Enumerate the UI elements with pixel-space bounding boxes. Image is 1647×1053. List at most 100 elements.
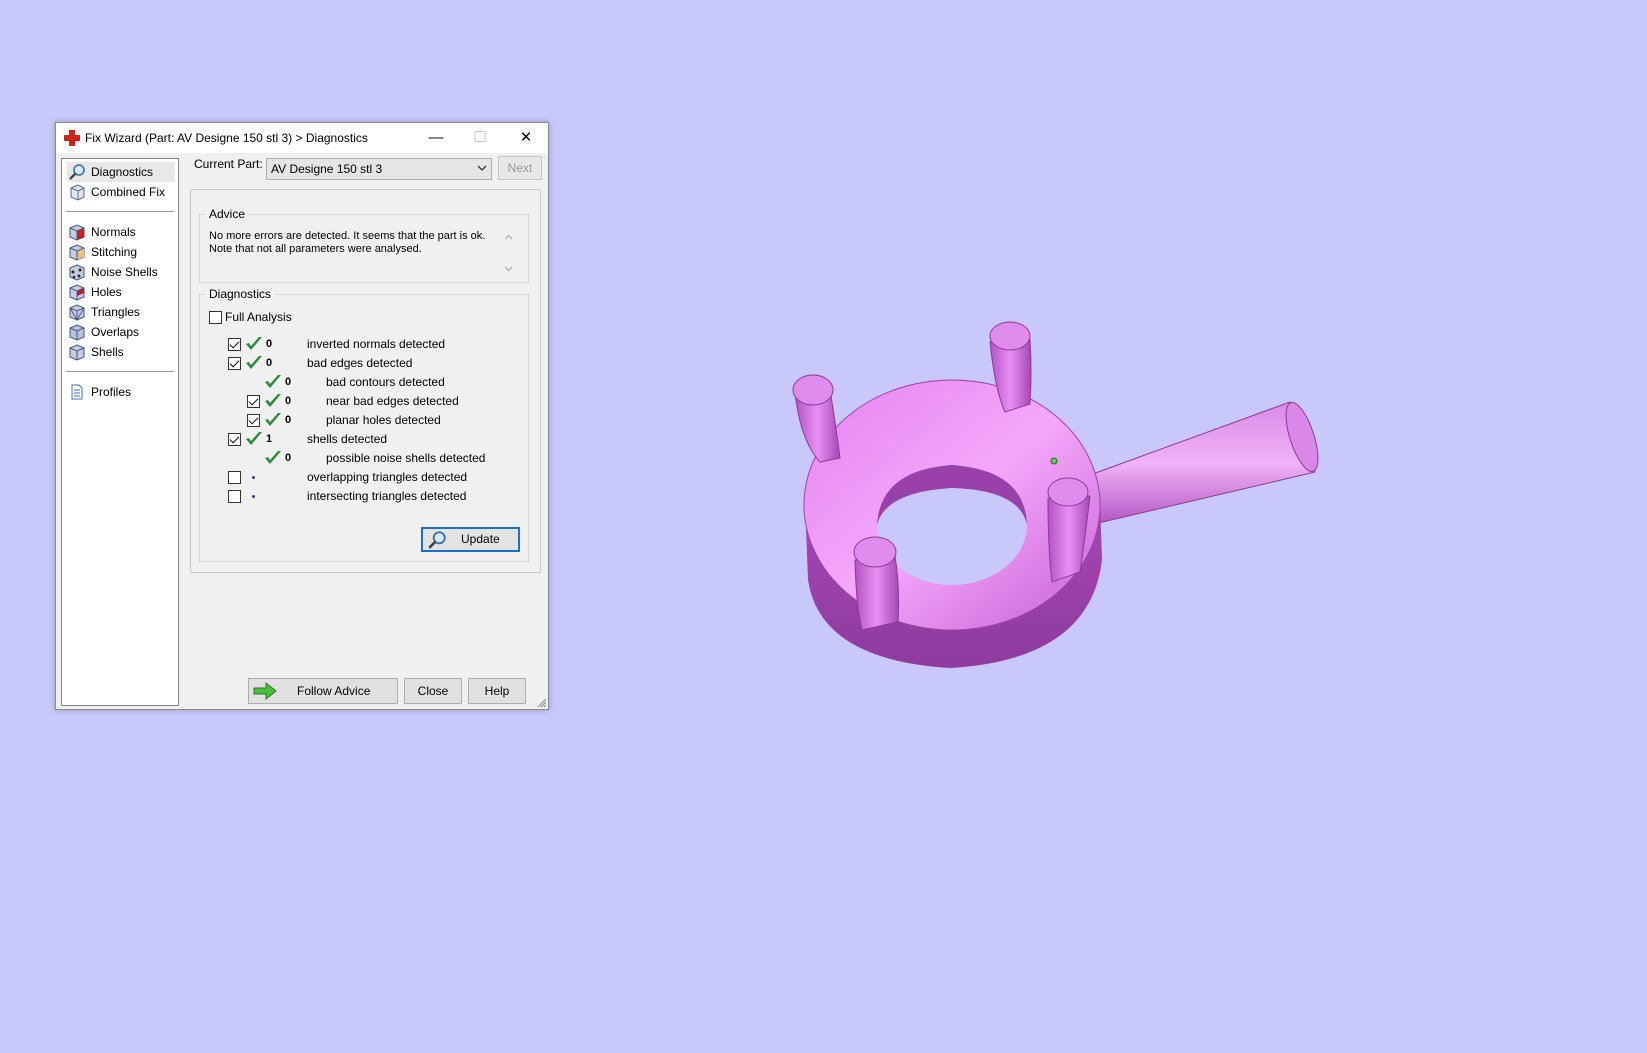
diagnostic-row: 0 bad contours detected: [200, 373, 520, 393]
sidebar-item-noise-shells[interactable]: Noise Shells: [67, 262, 175, 282]
red-cross-icon: [64, 130, 80, 146]
sidebar-item-profiles[interactable]: Profiles: [67, 382, 175, 402]
diagnostic-checkbox[interactable]: [228, 490, 241, 503]
diagnostic-label: near bad edges detected: [326, 394, 459, 408]
handle-shape: [1089, 401, 1319, 526]
chevron-down-icon: [477, 165, 487, 171]
diagnostic-checkbox[interactable]: [228, 471, 241, 484]
maximize-button[interactable]: ☐: [458, 123, 502, 153]
full-analysis-checkbox[interactable]: [209, 311, 222, 324]
diagnostic-row: 0 planar holes detected: [200, 411, 520, 431]
diagnostic-checkbox[interactable]: [228, 338, 241, 351]
sidebar-item-label: Holes: [91, 285, 122, 299]
current-part-select[interactable]: AV Designe 150 stl 3: [266, 158, 492, 180]
sidebar-item-label: Overlaps: [91, 325, 140, 339]
normals-cube-icon: [69, 224, 85, 241]
diagnostic-label: intersecting triangles detected: [307, 489, 467, 503]
follow-advice-button[interactable]: Follow Advice: [248, 678, 398, 704]
diagnostic-label: bad contours detected: [326, 375, 445, 389]
diagnostic-count: 0: [285, 395, 292, 407]
close-button[interactable]: Close: [404, 678, 462, 704]
sidebar-item-label: Combined Fix: [91, 185, 166, 199]
diagnostic-checkbox[interactable]: [228, 433, 241, 446]
sidebar-item-normals[interactable]: Normals: [67, 222, 175, 242]
resize-grip-icon[interactable]: [537, 698, 547, 708]
shells-cube-icon: [69, 344, 85, 361]
diagnostic-label: bad edges detected: [307, 356, 413, 370]
check-mark-icon: [246, 356, 262, 369]
diagnostic-label: possible noise shells detected: [326, 451, 486, 465]
diagnostic-checkbox[interactable]: [247, 395, 260, 408]
update-label: Update: [461, 532, 500, 546]
magnifier-icon: [428, 531, 446, 549]
minimize-button[interactable]: —: [414, 123, 458, 153]
check-mark-icon: [265, 451, 281, 464]
noise-shells-icon: [69, 264, 85, 281]
diagnostic-row: intersecting triangles detected: [200, 487, 520, 507]
magnifier-icon: [69, 164, 85, 180]
check-mark-icon: [246, 337, 262, 350]
sidebar-item-triangles[interactable]: Triangles: [67, 302, 175, 322]
follow-advice-label: Follow Advice: [297, 684, 371, 698]
title-bar[interactable]: Fix Wizard (Part: AV Designe 150 stl 3) …: [56, 123, 548, 153]
stitching-cube-icon: [69, 244, 85, 261]
diagnostic-count: 0: [266, 338, 273, 350]
current-part-value: AV Designe 150 stl 3: [271, 162, 383, 176]
advice-group: Advice No more errors are detected. It s…: [199, 207, 529, 283]
sidebar-item-label: Noise Shells: [91, 265, 158, 279]
sidebar: Diagnostics Combined Fix Normals Stitchi…: [61, 158, 179, 706]
pending-dot-icon: [252, 476, 255, 479]
sidebar-item-label: Normals: [91, 225, 136, 239]
diagnostic-row: 0 possible noise shells detected: [200, 449, 520, 469]
diagnostic-label: overlapping triangles detected: [307, 470, 468, 484]
advice-box: No more errors are detected. It seems th…: [203, 229, 517, 277]
overlaps-cube-icon: [69, 324, 85, 341]
sidebar-item-diagnostics[interactable]: Diagnostics: [67, 162, 175, 182]
diagnostic-label: inverted normals detected: [307, 337, 446, 351]
diagnostic-row: 0 near bad edges detected: [200, 392, 520, 412]
diagnostic-label: planar holes detected: [326, 413, 441, 427]
help-button[interactable]: Help: [468, 678, 526, 704]
next-button[interactable]: Next: [498, 156, 542, 180]
sidebar-divider: [66, 371, 174, 372]
selection-point: [1050, 457, 1058, 465]
pending-dot-icon: [252, 495, 255, 498]
sidebar-item-overlaps[interactable]: Overlaps: [67, 322, 175, 342]
diagnostic-checkbox[interactable]: [247, 414, 260, 427]
sidebar-item-label: Shells: [91, 345, 124, 359]
check-mark-icon: [265, 394, 281, 407]
window-title: Fix Wizard (Part: AV Designe 150 stl 3) …: [85, 131, 368, 145]
diagnostic-row: overlapping triangles detected: [200, 468, 520, 488]
diagnostic-label: shells detected: [307, 432, 388, 446]
sidebar-item-combined-fix[interactable]: Combined Fix: [67, 182, 175, 202]
diagnostic-count: 1: [266, 433, 273, 445]
sidebar-divider: [66, 211, 174, 212]
check-mark-icon: [265, 413, 281, 426]
diagnostic-row: 0 inverted normals detected: [200, 335, 520, 355]
update-button[interactable]: Update: [421, 527, 520, 552]
close-window-button[interactable]: ✕: [504, 123, 548, 153]
sidebar-item-shells[interactable]: Shells: [67, 342, 175, 362]
green-arrow-icon: [253, 682, 277, 700]
check-mark-icon: [265, 375, 281, 388]
sidebar-item-stitching[interactable]: Stitching: [67, 242, 175, 262]
fix-wizard-dialog: Fix Wizard (Part: AV Designe 150 stl 3) …: [55, 122, 549, 710]
diagnostic-row: 1 shells detected: [200, 430, 520, 450]
sidebar-item-label: Triangles: [91, 305, 140, 319]
advice-scrollbar[interactable]: [500, 229, 517, 277]
diagnostics-panel: Advice No more errors are detected. It s…: [190, 189, 541, 573]
3d-model-viewport[interactable]: [790, 320, 1410, 710]
sidebar-item-holes[interactable]: Holes: [67, 282, 175, 302]
sidebar-item-label: Profiles: [91, 385, 132, 399]
triangles-cube-icon: [69, 304, 85, 321]
sidebar-item-label: Diagnostics: [91, 165, 154, 179]
diagnostic-count: 0: [285, 414, 292, 426]
diagnostic-count: 0: [285, 452, 292, 464]
advice-title: Advice: [206, 207, 249, 221]
diagnostic-count: 0: [285, 376, 292, 388]
current-part-label: Current Part:: [194, 157, 263, 171]
diagnostics-title: Diagnostics: [206, 287, 275, 301]
diagnostic-checkbox[interactable]: [228, 357, 241, 370]
check-mark-icon: [246, 432, 262, 445]
cube-icon: [70, 184, 85, 201]
